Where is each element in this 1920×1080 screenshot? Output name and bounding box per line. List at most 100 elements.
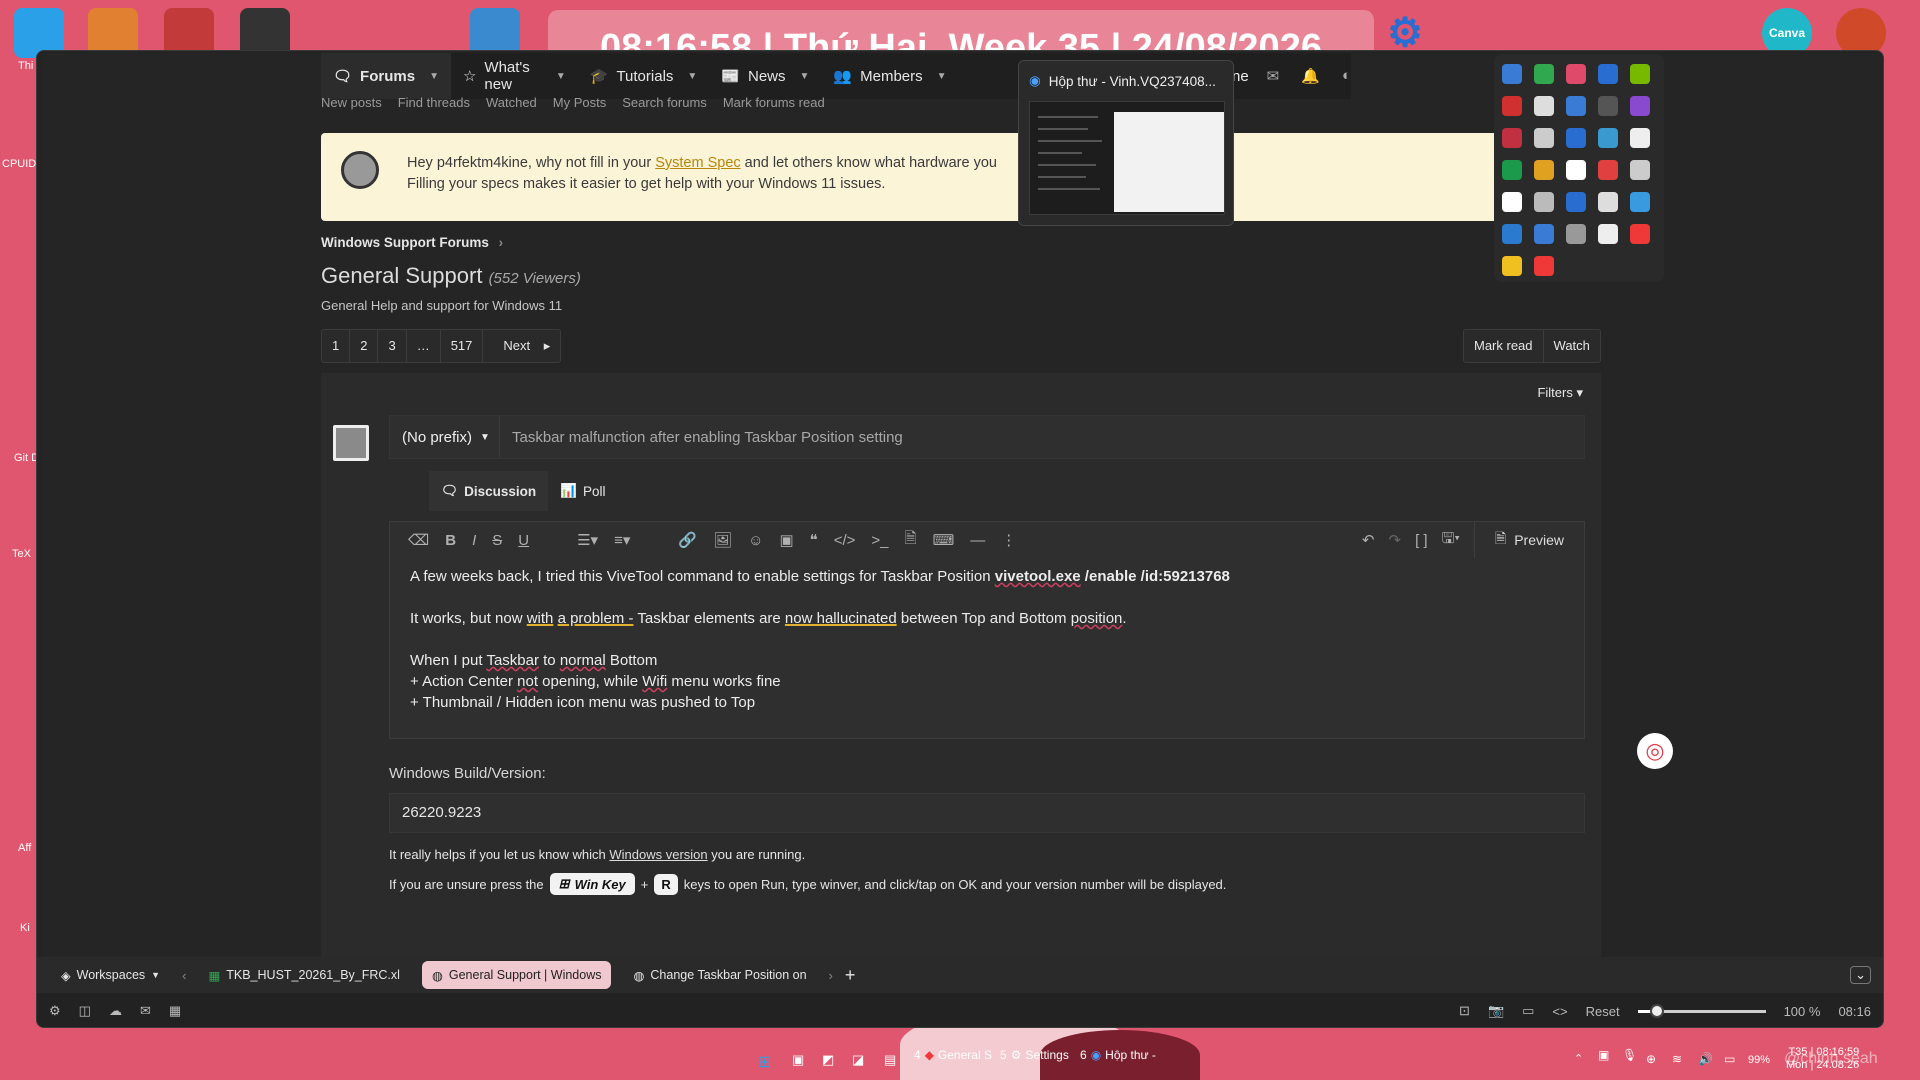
chevron-right-icon[interactable]: › <box>829 968 833 983</box>
subnav-watched[interactable]: Watched <box>486 95 537 110</box>
tray-app-icon[interactable] <box>1630 128 1650 148</box>
tray-app-icon[interactable] <box>1566 160 1586 180</box>
list-icon[interactable]: ☰▾ <box>577 531 598 549</box>
nav-whats-new[interactable]: ☆ What's new ▼ <box>451 53 578 99</box>
chrome-icon[interactable] <box>1502 256 1522 276</box>
tray-app-icon[interactable] <box>1502 64 1522 84</box>
build-version-input[interactable]: 26220.9223 <box>389 793 1585 833</box>
calendar-icon[interactable]: ▦ <box>169 1003 181 1019</box>
microphone-icon[interactable]: 🎙 <box>1622 1048 1637 1062</box>
tray-app-icon[interactable] <box>1534 96 1554 116</box>
tray-app-icon[interactable] <box>1566 64 1586 84</box>
code-icon[interactable]: <> <box>1552 1004 1567 1019</box>
preview-button[interactable]: 🗎 Preview <box>1473 522 1584 558</box>
browser-tab[interactable]: ▦ TKB_HUST_20261_By_FRC.xl <box>198 961 410 989</box>
capture-icon[interactable]: ⊡ <box>1459 1003 1470 1019</box>
subnav-find-threads[interactable]: Find threads <box>398 95 470 110</box>
page-ellipsis[interactable]: … <box>406 330 441 362</box>
chevron-down-icon[interactable]: ▼ <box>687 71 697 82</box>
camera-icon[interactable]: 📷 <box>1488 1003 1504 1019</box>
chevron-down-icon[interactable]: ▼ <box>937 71 947 82</box>
tray-app-icon[interactable] <box>1598 224 1618 244</box>
page-3[interactable]: 3 <box>378 330 407 362</box>
tray-app-icon[interactable] <box>1534 64 1554 84</box>
media-icon[interactable]: ▣ <box>779 531 793 549</box>
tray-app-icon[interactable] <box>1502 128 1522 148</box>
thread-title-input[interactable]: Taskbar malfunction after enabling Taskb… <box>500 429 903 446</box>
tab-overflow-icon[interactable]: ⌄ <box>1850 966 1871 984</box>
browser-tab[interactable]: ◍ Change Taskbar Position on <box>623 961 816 989</box>
taskbar-app-icon[interactable]: ▣ <box>792 1052 804 1068</box>
drafts-icon[interactable]: 🖫▾ <box>1442 528 1460 553</box>
underline-icon[interactable]: U <box>518 532 529 549</box>
tray-app-icon[interactable] <box>1502 160 1522 180</box>
mark-read-button[interactable]: Mark read <box>1464 330 1544 362</box>
tray-app-icon[interactable] <box>1630 96 1650 116</box>
bbcode-toggle-icon[interactable]: [ ] <box>1415 532 1428 549</box>
nav-members[interactable]: 👥 Members ▼ <box>821 53 958 99</box>
taskbar-thumbnail-popup[interactable]: ◉ Hộp thư - Vinh.VQ237408... <box>1018 60 1234 226</box>
window-thumbnail[interactable] <box>1029 101 1225 215</box>
file-icon[interactable]: 🗎 <box>905 528 917 553</box>
tab-poll[interactable]: 📊 Poll <box>548 471 617 511</box>
wifi-icon[interactable]: ≋ <box>1672 1052 1682 1066</box>
taskbar-app-icon[interactable]: ▤ <box>884 1052 896 1068</box>
strikethrough-icon[interactable]: S <box>492 532 502 549</box>
subnav-new-posts[interactable]: New posts <box>321 95 382 110</box>
search-icon[interactable] <box>1630 160 1650 180</box>
workspaces-button[interactable]: ◈ Workspaces ▼ <box>51 961 170 989</box>
nav-tutorials[interactable]: 🎓 Tutorials ▼ <box>578 53 710 99</box>
tray-app-icon[interactable] <box>1534 224 1554 244</box>
nav-forums[interactable]: 🗨 Forums ▼ <box>321 53 451 99</box>
onedrive-icon[interactable] <box>1630 192 1650 212</box>
nav-news[interactable]: 📰 News ▼ <box>709 53 821 99</box>
inline-code-icon[interactable]: >_ <box>871 532 888 549</box>
theme-icon[interactable]: ◐ <box>1342 67 1351 85</box>
tray-app-icon[interactable] <box>1598 128 1618 148</box>
taskbar-item[interactable]: 5 ⚙ Settings <box>1000 1048 1069 1062</box>
mail-icon[interactable]: ✉ <box>140 1003 151 1019</box>
search-icon[interactable] <box>1598 160 1618 180</box>
taskbar-item-active[interactable]: 6 ◉ Hộp thư - <box>1080 1048 1156 1062</box>
system-spec-link[interactable]: System Spec <box>655 155 740 171</box>
chevron-up-icon[interactable]: ⌃ <box>1574 1052 1583 1065</box>
eraser-icon[interactable]: ⌫ <box>408 531 429 549</box>
tray-app-icon[interactable] <box>1598 96 1618 116</box>
vivaldi-icon[interactable] <box>1630 224 1650 244</box>
code-icon[interactable]: </> <box>834 532 856 549</box>
taskbar-app-icon[interactable]: ◩ <box>822 1052 834 1068</box>
page-last[interactable]: 517 <box>440 330 484 362</box>
chevron-down-icon[interactable]: ▼ <box>556 71 566 82</box>
zoom-reset-button[interactable]: Reset <box>1586 1004 1620 1019</box>
editor-content[interactable]: A few weeks back, I tried this ViveTool … <box>390 558 1584 721</box>
new-tab-icon[interactable]: + <box>845 965 856 986</box>
horizontal-rule-icon[interactable]: — <box>970 532 985 549</box>
bold-icon[interactable]: B <box>445 532 456 549</box>
more-options-icon[interactable]: ⋮ <box>1001 531 1016 549</box>
volume-icon[interactable]: 🔊 <box>1698 1052 1713 1066</box>
breadcrumb[interactable]: Windows Support Forums › <box>321 235 503 250</box>
cloud-icon[interactable]: ☁ <box>109 1003 122 1019</box>
watch-button[interactable]: Watch <box>1543 330 1600 362</box>
quote-icon[interactable]: ❝ <box>810 531 818 549</box>
vivaldi-icon[interactable] <box>1534 256 1554 276</box>
globe-icon[interactable]: ⊕ <box>1646 1052 1656 1066</box>
smiley-icon[interactable]: ☺ <box>748 532 763 549</box>
target-icon[interactable]: ◎ <box>1637 733 1673 769</box>
tray-app-icon[interactable] <box>1566 128 1586 148</box>
tray-app-icon[interactable] <box>1534 160 1554 180</box>
prefix-dropdown[interactable]: (No prefix) ▼ <box>390 416 500 458</box>
page-2[interactable]: 2 <box>350 330 379 362</box>
image-icon[interactable]: 🖼 <box>713 531 732 549</box>
tray-app-icon[interactable] <box>1502 96 1522 116</box>
redo-icon[interactable]: ↷ <box>1389 531 1402 549</box>
window-icon[interactable]: ▭ <box>1522 1003 1534 1019</box>
tray-app-icon[interactable] <box>1502 192 1522 212</box>
tray-app-icon[interactable]: ▣ <box>1598 1048 1609 1062</box>
nvidia-icon[interactable] <box>1630 64 1650 84</box>
subnav-mark-forums-read[interactable]: Mark forums read <box>723 95 825 110</box>
breadcrumb-item[interactable]: Windows Support Forums <box>321 235 489 250</box>
keyboard-icon[interactable]: ⌨ <box>933 531 955 549</box>
bluetooth-icon[interactable] <box>1566 192 1586 212</box>
subnav-search-forums[interactable]: Search forums <box>622 95 707 110</box>
